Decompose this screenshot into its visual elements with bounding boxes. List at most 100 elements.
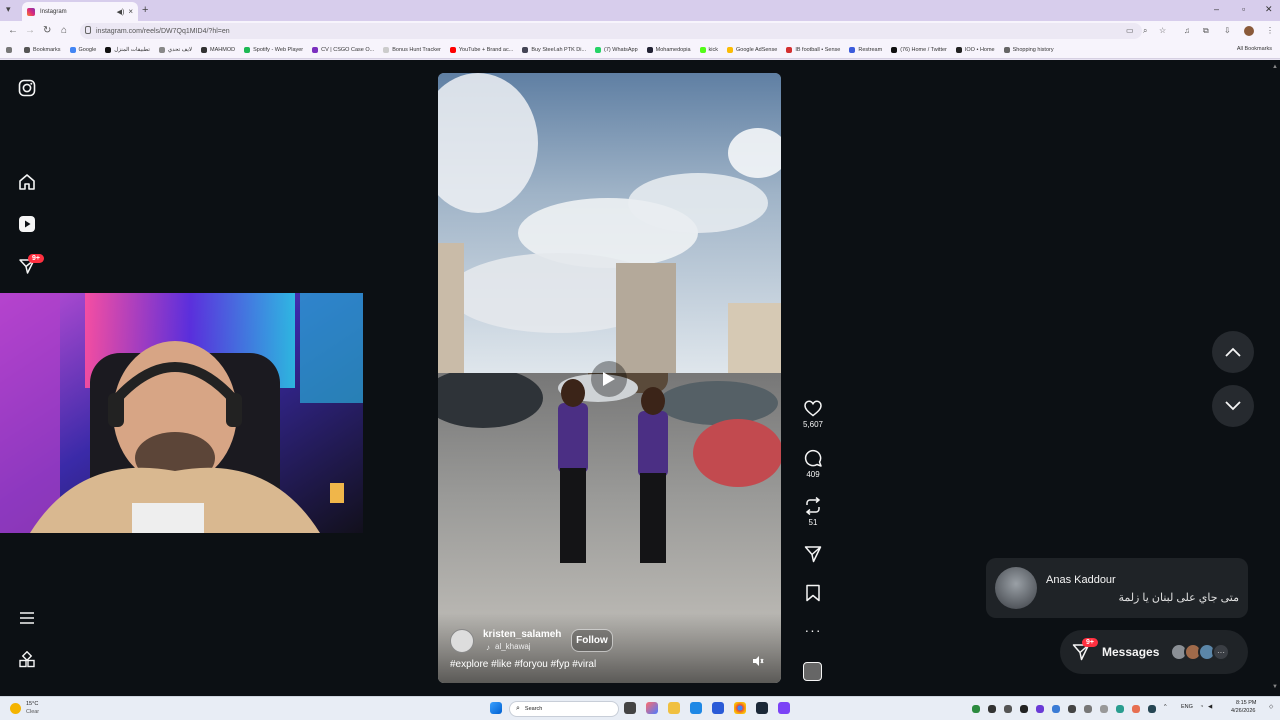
clock-time[interactable]: 8:15 PM	[1236, 700, 1256, 706]
chrome-icon[interactable]	[734, 702, 746, 714]
bookmark-item[interactable]: Bonus Hunt Tracker	[383, 46, 441, 53]
tray-icon[interactable]	[1036, 705, 1044, 713]
tray-icon[interactable]	[1100, 705, 1108, 713]
bookmark-item[interactable]: Bookmarks	[24, 46, 61, 53]
bookmark-item[interactable]: YouTube + Brand ac...	[449, 46, 513, 53]
profile-avatar[interactable]	[1244, 26, 1254, 36]
tray-icon[interactable]	[1068, 705, 1076, 713]
speaker-icon[interactable]: ◀)	[117, 8, 125, 16]
back-icon[interactable]: ←	[8, 25, 18, 36]
network-icon[interactable]: ◔	[1200, 704, 1203, 710]
app-icon[interactable]	[712, 702, 724, 714]
reel-caption[interactable]: #explore #like #foryou #fyp #viral	[450, 659, 596, 670]
home-nav-icon[interactable]	[17, 172, 37, 192]
volume-icon[interactable]: ◀	[1208, 704, 1212, 710]
bookmark-item[interactable]: Google	[69, 46, 96, 53]
clock-date[interactable]: 4/26/2026	[1231, 708, 1255, 714]
messages-badge: 9+	[1082, 638, 1098, 647]
install-icon[interactable]: ▭	[1126, 26, 1134, 35]
all-bookmarks-button[interactable]: All Bookmarks	[1237, 46, 1272, 52]
zoom-icon[interactable]: ⌕	[1143, 26, 1147, 36]
tray-icon[interactable]	[1020, 705, 1028, 713]
edge-icon[interactable]	[690, 702, 702, 714]
bookmark-item[interactable]: CV | CSGO Case O...	[312, 46, 374, 53]
bookmark-item[interactable]: MAHMOD	[201, 46, 235, 53]
tray-icon[interactable]	[1148, 705, 1156, 713]
follow-button[interactable]: Follow	[571, 629, 613, 652]
previous-reel-button[interactable]	[1212, 331, 1254, 373]
reel-video[interactable]: kristen_salameh ♪ al_khawaj Follow #expl…	[438, 73, 781, 683]
tray-icon[interactable]	[1132, 705, 1140, 713]
bookmark-item[interactable]: Mohamedopia	[646, 46, 691, 53]
downloads-icon[interactable]: ⇩	[1224, 26, 1231, 35]
input-language[interactable]: ENG	[1181, 704, 1193, 710]
copilot-icon[interactable]	[646, 702, 658, 714]
audio-label[interactable]: al_khawaj	[495, 642, 531, 651]
taskbar-search[interactable]: ⌕ Search	[509, 701, 619, 717]
reload-icon[interactable]: ↻	[43, 25, 51, 36]
play-button[interactable]	[591, 361, 627, 397]
address-bar[interactable]: instagram.com/reels/DW7Qq1MID4/?hl=en	[80, 23, 1142, 39]
extensions-icon[interactable]: ⧉	[1203, 26, 1209, 36]
close-window-icon[interactable]: ✕	[1265, 4, 1273, 15]
bookmark-item[interactable]: Google AdSense	[727, 46, 777, 53]
repost-action[interactable]: 51	[798, 497, 828, 527]
bookmark-item[interactable]: IOO • Home	[955, 46, 995, 53]
tab-search-icon[interactable]: ▾	[6, 4, 11, 15]
volume-icon[interactable]	[750, 653, 766, 669]
also-from-meta-icon[interactable]	[17, 650, 37, 670]
notifications-icon[interactable]: ◇	[1269, 704, 1273, 710]
comment-action[interactable]: 409	[798, 449, 828, 479]
scroll-up-arrow[interactable]: ▲	[1272, 64, 1278, 74]
start-icon[interactable]	[490, 702, 502, 714]
more-options-icon[interactable]: ···	[798, 622, 828, 638]
site-info-icon[interactable]	[85, 26, 91, 34]
message-notification[interactable]: Anas Kaddour متى جاي على لبنان يا زلمة	[986, 558, 1248, 618]
star-icon[interactable]: ☆	[1159, 26, 1166, 35]
like-action[interactable]: 5,607	[798, 400, 828, 429]
scroll-down-arrow[interactable]: ▼	[1272, 684, 1278, 694]
author-username[interactable]: kristen_salameh	[483, 629, 561, 640]
bookmark-item[interactable]: Spotify - Web Player	[244, 46, 303, 53]
bookmark-item[interactable]: Restream	[849, 46, 882, 53]
new-tab-button[interactable]: +	[142, 4, 148, 16]
minimize-icon[interactable]: –	[1214, 4, 1219, 14]
tray-icon[interactable]	[988, 705, 996, 713]
forward-icon[interactable]: →	[25, 25, 35, 36]
tab-instagram[interactable]: Instagram ◀) ×	[22, 2, 138, 21]
tray-icon[interactable]	[1084, 705, 1092, 713]
home-icon[interactable]: ⌂	[61, 25, 67, 36]
bookmark-item[interactable]: تطبيقات المنزل	[105, 46, 150, 53]
share-action[interactable]	[798, 545, 828, 563]
bookmark-item[interactable]: لايف تحدي	[158, 46, 192, 53]
bookmark-item[interactable]: (76) Home / Twitter	[891, 46, 947, 53]
messages-button[interactable]: 9+ Messages ···	[1060, 630, 1248, 674]
file-explorer-icon[interactable]	[668, 702, 680, 714]
save-action[interactable]	[798, 584, 828, 602]
apps-icon[interactable]	[6, 46, 15, 53]
bookmark-item[interactable]: kick	[699, 46, 718, 53]
task-view-icon[interactable]	[624, 702, 636, 714]
author-avatar[interactable]	[450, 629, 474, 653]
instagram-logo-icon[interactable]	[17, 78, 37, 98]
bookmark-item[interactable]: Shopping history	[1003, 46, 1054, 53]
menu-icon[interactable]: ⋮	[1266, 26, 1274, 35]
audio-thumbnail[interactable]	[803, 662, 822, 681]
media-icon[interactable]: ♫	[1184, 26, 1190, 35]
more-menu-icon[interactable]	[17, 608, 37, 628]
tray-icon[interactable]	[972, 705, 980, 713]
app-icon[interactable]	[778, 702, 790, 714]
next-reel-button[interactable]	[1212, 385, 1254, 427]
tray-icon[interactable]	[1004, 705, 1012, 713]
close-tab-icon[interactable]: ×	[128, 7, 133, 16]
weather-icon[interactable]	[10, 703, 21, 714]
tray-icon[interactable]	[1052, 705, 1060, 713]
tray-icon[interactable]	[1116, 705, 1124, 713]
bookmark-item[interactable]: IB football • Sense	[786, 46, 840, 53]
bookmark-item[interactable]: (7) WhatsApp	[595, 46, 638, 53]
chevron-up-icon[interactable]: ^	[1164, 704, 1167, 710]
steam-icon[interactable]	[756, 702, 768, 714]
restore-icon[interactable]: ▫	[1242, 4, 1245, 14]
reels-nav-icon[interactable]	[17, 214, 37, 234]
bookmark-item[interactable]: Buy Steel.ah PTK Di...	[522, 46, 586, 53]
